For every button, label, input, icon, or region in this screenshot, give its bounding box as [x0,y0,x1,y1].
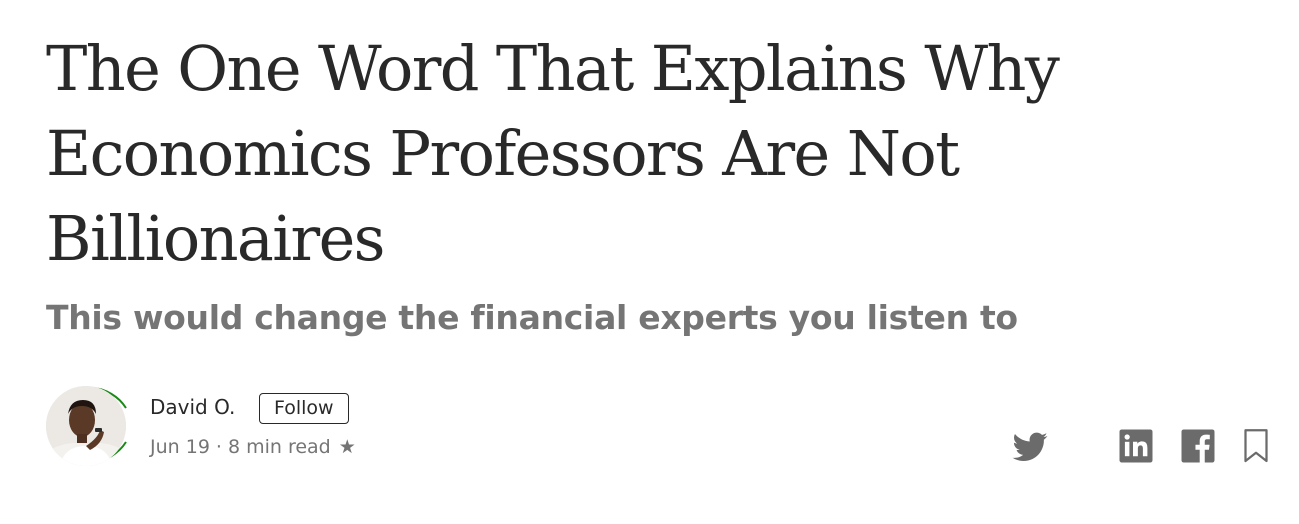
member-only-star-icon: ★ [338,436,356,458]
meta-separator: · [215,436,222,458]
author-avatar-link[interactable] [42,378,136,472]
avatar [46,386,126,466]
read-time: 8 min read [227,436,331,458]
article-meta: Jun 19 · 8 min read ★ [150,434,356,460]
facebook-icon [1181,429,1215,463]
author-name-link[interactable]: David O. [150,394,235,420]
article-subtitle: This would change the financial experts … [46,298,1018,337]
bookmark-icon [1244,429,1268,463]
bookmark-button[interactable] [1242,428,1270,469]
article-title: The One Word That Explains Why Economics… [46,32,1060,275]
follow-button[interactable]: Follow [259,393,349,424]
author-byline: David O. Follow Jun 19 · 8 min read ★ [46,378,1268,478]
linkedin-icon [1119,429,1153,463]
author-photo-icon [46,386,126,466]
facebook-share-link[interactable] [1180,428,1216,469]
twitter-share-link[interactable] [1010,426,1050,471]
publish-date-link[interactable]: Jun 19 [150,436,210,458]
linkedin-share-link[interactable] [1118,428,1154,469]
twitter-icon [1012,432,1048,461]
